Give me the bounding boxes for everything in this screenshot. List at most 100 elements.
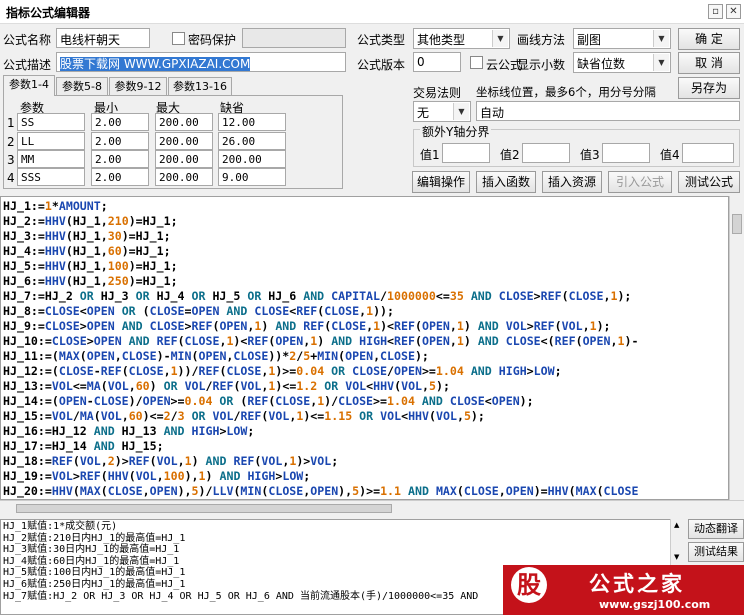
editor-hscrollbar[interactable] [0,500,744,516]
yaxis-value-label: 值3 [580,148,600,162]
editor-vscrollbar[interactable] [729,196,744,500]
name-input[interactable]: 电线杆朝天 [56,28,150,48]
import-formula-button[interactable]: 引入公式 [608,171,672,193]
chevron-down-icon[interactable]: ▼ [453,103,469,120]
logo-url: www.gszj100.com [599,598,711,611]
logo-glyph: 股 [511,567,547,603]
dynamic-translate-button[interactable]: 动态翻译 [688,519,744,539]
param-name-input[interactable]: LL [17,132,85,150]
code-line: HJ_4:=HHV(HJ_1,60)=HJ_1; [3,244,171,258]
code-line: HJ_8:=CLOSE<OPEN OR (CLOSE=OPEN AND CLOS… [3,304,395,318]
code-line: HJ_19:=VOL>REF(HHV(VOL,100),1) AND HIGH>… [3,469,311,483]
window-title: 指标公式编辑器 [6,6,91,20]
ok-button[interactable]: 确 定 [678,28,740,50]
chevron-down-icon[interactable]: ▼ [492,30,508,47]
version-label: 公式版本 [357,58,406,72]
param-max-input[interactable]: 200.00 [155,150,213,168]
rule-label: 交易法则 [413,86,462,100]
param-default-input[interactable]: 9.00 [218,168,286,186]
code-line: HJ_12:=(CLOSE-REF(CLOSE,1))/REF(CLOSE,1)… [3,364,562,378]
param-row-index: 2 [7,135,15,149]
code-line: HJ_20:=HHV(MAX(CLOSE,OPEN),5)/LLV(MIN(CL… [3,484,639,498]
test-result-button[interactable]: 测试结果 [688,542,744,562]
param-name-input[interactable]: SS [17,113,85,131]
param-max-input[interactable]: 200.00 [155,168,213,186]
yaxis-value-label: 值1 [420,148,440,162]
code-line: HJ_13:=VOL<=MA(VOL,60) OR VOL/REF(VOL,1)… [3,379,450,393]
editor-hscroll-thumb[interactable] [16,504,392,513]
scroll-down-icon[interactable]: ▼ [674,553,679,561]
password-checkbox[interactable] [172,32,185,45]
tab-params-13-16[interactable]: 参数13-16 [168,77,232,96]
password-field[interactable] [242,28,346,48]
restore-icon[interactable]: ▫ [708,4,723,19]
decimals-select[interactable]: 缺省位数 ▼ [573,52,671,73]
code-line: HJ_7:=HJ_2 OR HJ_3 OR HJ_4 OR HJ_5 OR HJ… [3,289,632,303]
code-line: HJ_2:=HHV(HJ_1,210)=HJ_1; [3,214,178,228]
coord-input[interactable]: 自动 [476,101,740,121]
code-line: HJ_9:=CLOSE>OPEN AND CLOSE>REF(OPEN,1) A… [3,319,611,333]
param-row-index: 4 [7,171,15,185]
code-line: HJ_14:=(OPEN-CLOSE)/OPEN>=0.04 OR (REF(C… [3,394,534,408]
desc-input[interactable]: 股票下载网 WWW.GPXIAZAI.COM [56,52,346,72]
desc-label: 公式描述 [3,58,52,72]
code-lines: HJ_1:=1*AMOUNT; HJ_2:=HHV(HJ_1,210)=HJ_1;… [1,197,728,499]
yaxis-label: 额外Y轴分界 [420,123,492,140]
code-line: HJ_10:=CLOSE>OPEN AND REF(CLOSE,1)<REF(O… [3,334,639,348]
rule-value: 无 [417,106,430,120]
code-line: HJ_1:=1*AMOUNT; [3,199,108,213]
tab-params-5-8[interactable]: 参数5-8 [56,77,108,96]
editor-vscroll-thumb[interactable] [732,214,742,234]
version-input[interactable]: 0 [413,52,461,72]
logo-text: 公式之家 [589,572,685,596]
param-min-input[interactable]: 2.00 [91,168,149,186]
edit-ops-button[interactable]: 编辑操作 [412,171,470,193]
type-value: 其他类型 [417,33,466,47]
scroll-up-icon[interactable]: ▲ [674,521,679,529]
code-line: HJ_5:=HHV(HJ_1,100)=HJ_1; [3,259,178,273]
yaxis-value-2-input[interactable] [522,143,570,163]
param-name-input[interactable]: MM [17,150,85,168]
coord-label: 坐标线位置，最多6个，用分号分隔 [476,85,656,99]
param-row-index: 1 [7,116,15,130]
code-line: HJ_3:=HHV(HJ_1,30)=HJ_1; [3,229,171,243]
param-default-input[interactable]: 26.00 [218,132,286,150]
insert-resource-button[interactable]: 插入资源 [542,171,602,193]
password-label: 密码保护 [188,33,237,47]
tab-params-9-12[interactable]: 参数9-12 [109,77,167,96]
decimals-value: 缺省位数 [577,57,626,71]
cancel-button[interactable]: 取 消 [678,52,740,74]
explanation-line: HJ_1赋值:1*成交额(元) [3,521,118,532]
rule-select[interactable]: 无 ▼ [413,101,471,122]
yaxis-value-3-input[interactable] [602,143,650,163]
param-min-input[interactable]: 2.00 [91,150,149,168]
chevron-down-icon[interactable]: ▼ [653,30,669,47]
yaxis-value-1-input[interactable] [442,143,490,163]
desc-value: 股票下载网 WWW.GPXIAZAI.COM [60,57,251,71]
param-max-input[interactable]: 200.00 [155,113,213,131]
code-editor[interactable]: HJ_1:=1*AMOUNT; HJ_2:=HHV(HJ_1,210)=HJ_1;… [0,196,729,500]
type-select[interactable]: 其他类型 ▼ [413,28,510,49]
code-line: HJ_6:=HHV(HJ_1,250)=HJ_1; [3,274,178,288]
code-line: HJ_17:=HJ_14 AND HJ_15; [3,439,164,453]
yaxis-value-4-input[interactable] [682,143,734,163]
param-name-input[interactable]: SSS [17,168,85,186]
explain-vscrollbar[interactable]: ▲ ▼ [670,519,686,565]
test-formula-button[interactable]: 测试公式 [678,171,740,193]
decimals-label: 显示小数 [517,58,566,72]
param-min-input[interactable]: 2.00 [91,132,149,150]
cloud-checkbox[interactable] [470,56,483,69]
param-min-input[interactable]: 2.00 [91,113,149,131]
chevron-down-icon[interactable]: ▼ [653,54,669,71]
param-default-input[interactable]: 200.00 [218,150,286,168]
param-default-input[interactable]: 12.00 [218,113,286,131]
code-line: HJ_11:=(MAX(OPEN,CLOSE)-MIN(OPEN,CLOSE))… [3,349,429,363]
draw-select[interactable]: 副图 ▼ [573,28,671,49]
code-line: HJ_18:=REF(VOL,2)>REF(VOL,1) AND REF(VOL… [3,454,339,468]
code-line: HJ_15:=VOL/MA(VOL,60)<=2/3 OR VOL/REF(VO… [3,409,485,423]
insert-function-button[interactable]: 插入函数 [476,171,536,193]
save-as-button[interactable]: 另存为 [678,77,740,99]
tab-params-1-4[interactable]: 参数1-4 [3,75,55,96]
param-max-input[interactable]: 200.00 [155,132,213,150]
close-icon[interactable]: ✕ [726,4,741,19]
